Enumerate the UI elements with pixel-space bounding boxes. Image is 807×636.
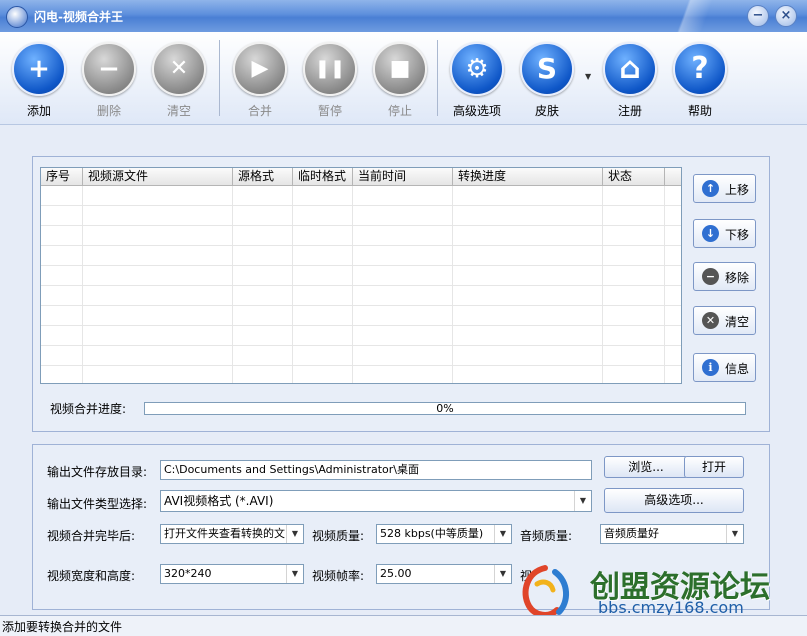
remove-button[interactable]: − 移除: [693, 262, 756, 291]
dropdown-arrow-icon[interactable]: ▼: [286, 565, 303, 583]
advanced-options-label: 高级选项: [452, 104, 501, 118]
x-icon: ✕: [169, 56, 189, 81]
dropdown-arrow-icon[interactable]: ▼: [726, 525, 743, 543]
stop-label: 停止: [387, 104, 412, 118]
progress-text: 0%: [436, 402, 454, 415]
toolbar-separator: [219, 40, 220, 116]
clear-label: 清空: [166, 104, 191, 118]
minimize-button[interactable]: −: [747, 5, 769, 27]
help-label: 帮助: [687, 104, 712, 118]
info-label: 信息: [725, 362, 750, 376]
advanced-options-button[interactable]: ⚙ 高级选项: [442, 42, 512, 119]
help-button[interactable]: ? 帮助: [665, 42, 735, 119]
after-merge-value: 打开文件夹查看转换的文: [164, 527, 285, 540]
info-button[interactable]: i 信息: [693, 353, 756, 382]
watermark-logo: [522, 565, 569, 618]
window-title: 闪电-视频合并王: [34, 10, 123, 24]
info-icon: i: [702, 359, 719, 376]
file-table[interactable]: 序号 视频源文件 源格式 临时格式 当前时间 转换进度 状态: [40, 167, 682, 384]
audio-quality-select[interactable]: 音频质量好 ▼: [600, 524, 744, 544]
move-down-label: 下移: [725, 228, 750, 242]
merge-button[interactable]: ▶ 合并: [225, 42, 295, 119]
dropdown-arrow-icon[interactable]: ▼: [286, 525, 303, 543]
merge-label: 合并: [247, 104, 272, 118]
dropdown-arrow-icon[interactable]: ▼: [494, 565, 511, 583]
pause-label: 暂停: [317, 104, 342, 118]
video-size-value: 320*240: [164, 567, 212, 580]
clear-list-label: 清空: [725, 315, 750, 329]
skin-button[interactable]: S 皮肤: [512, 42, 582, 119]
output-type-label: 输出文件类型选择:: [47, 497, 148, 511]
table-header: 序号 视频源文件 源格式 临时格式 当前时间 转换进度 状态: [41, 168, 681, 186]
tools-icon: ⚙: [465, 54, 489, 84]
minus-icon: −: [702, 268, 719, 285]
col-source-file[interactable]: 视频源文件: [83, 168, 233, 185]
col-progress[interactable]: 转换进度: [453, 168, 603, 185]
x-icon: ✕: [702, 312, 719, 329]
frame-rate-select[interactable]: 25.00 ▼: [376, 564, 512, 584]
after-merge-label: 视频合并完毕后:: [47, 529, 136, 543]
video-size-select[interactable]: 320*240 ▼: [160, 564, 304, 584]
output-type-select[interactable]: AVI视频格式 (*.AVI) ▼: [160, 490, 592, 512]
add-button[interactable]: + 添加: [4, 42, 74, 119]
pause-button[interactable]: ❚❚ 暂停: [295, 42, 365, 119]
frame-rate-value: 25.00: [380, 567, 412, 580]
merge-progress-bar: 0%: [144, 402, 746, 415]
stop-button[interactable]: ■ 停止: [365, 42, 435, 119]
audio-quality-label: 音频质量:: [520, 529, 573, 543]
output-type-value: AVI视频格式 (*.AVI): [164, 494, 274, 508]
output-dir-field[interactable]: C:\Documents and Settings\Administrator\…: [160, 460, 592, 480]
video-quality-select[interactable]: 528 kbps(中等质量) ▼: [376, 524, 512, 544]
col-source-format[interactable]: 源格式: [233, 168, 293, 185]
frame-rate-label: 视频帧率:: [312, 569, 365, 583]
app-icon[interactable]: [6, 6, 28, 28]
video-size-label: 视频宽度和高度:: [47, 569, 136, 583]
video-quality-label: 视频质量:: [312, 529, 365, 543]
output-dir-label: 输出文件存放目录:: [47, 465, 148, 479]
register-label: 注册: [617, 104, 642, 118]
move-up-label: 上移: [725, 183, 750, 197]
close-button[interactable]: ×: [775, 5, 797, 27]
pause-icon: ❚❚: [314, 58, 346, 79]
status-text: 添加要转换合并的文件: [2, 620, 123, 634]
open-button[interactable]: 打开: [684, 456, 744, 478]
col-index[interactable]: 序号: [41, 168, 83, 185]
home-icon: ⌂: [619, 51, 641, 86]
register-button[interactable]: ⌂ 注册: [595, 42, 665, 119]
down-arrow-icon: ↓: [702, 225, 719, 242]
stop-icon: ■: [389, 56, 411, 81]
audio-quality-value: 音频质量好: [604, 527, 659, 540]
video-quality-value: 528 kbps(中等质量): [380, 527, 484, 540]
col-current-time[interactable]: 当前时间: [353, 168, 453, 185]
move-down-button[interactable]: ↓ 下移: [693, 219, 756, 248]
play-icon: ▶: [251, 56, 269, 81]
add-label: 添加: [26, 104, 51, 118]
dropdown-arrow-icon[interactable]: ▼: [494, 525, 511, 543]
help-icon: ?: [691, 51, 709, 86]
skin-dropdown-arrow-icon[interactable]: ▼: [585, 72, 591, 81]
col-status[interactable]: 状态: [603, 168, 665, 185]
skin-icon: S: [536, 52, 558, 85]
move-up-button[interactable]: ↑ 上移: [693, 174, 756, 203]
merge-progress-label: 视频合并进度:: [50, 402, 127, 416]
remove-label: 移除: [725, 271, 750, 285]
col-temp-format[interactable]: 临时格式: [293, 168, 353, 185]
toolbar-separator: [437, 40, 438, 116]
title-decoration: [640, 0, 750, 32]
dropdown-arrow-icon[interactable]: ▼: [574, 491, 591, 511]
plus-icon: +: [28, 54, 50, 84]
browse-button[interactable]: 浏览...: [604, 456, 688, 478]
delete-label: 删除: [96, 104, 121, 118]
status-bar: 添加要转换合并的文件: [0, 615, 807, 636]
advanced-options-button-2[interactable]: 高级选项...: [604, 488, 744, 513]
clear-button[interactable]: ✕ 清空: [144, 42, 214, 119]
toolbar: + 添加 − 删除 ✕ 清空 ▶ 合并 ❚❚ 暂停 ■ 停止 ⚙ 高级选项 S …: [0, 32, 807, 125]
title-bar: 闪电-视频合并王 − ×: [0, 0, 807, 32]
clear-list-button[interactable]: ✕ 清空: [693, 306, 756, 335]
minus-icon: −: [98, 54, 120, 84]
delete-button[interactable]: − 删除: [74, 42, 144, 119]
skin-label: 皮肤: [534, 104, 559, 118]
up-arrow-icon: ↑: [702, 180, 719, 197]
after-merge-select[interactable]: 打开文件夹查看转换的文 ▼: [160, 524, 304, 544]
